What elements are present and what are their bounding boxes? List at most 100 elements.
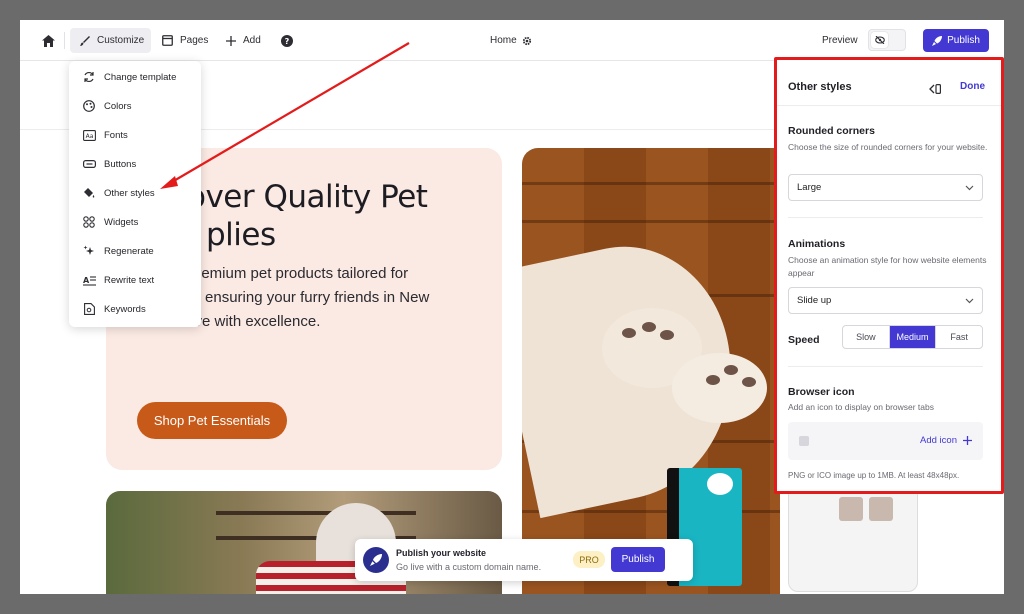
menu-item-label: Rewrite text — [104, 274, 155, 286]
product-thumbnail — [869, 497, 893, 521]
rounded-corners-title: Rounded corners — [788, 125, 875, 137]
svg-text:Aa: Aa — [85, 133, 93, 140]
document-icon — [82, 302, 96, 316]
speed-option-fast[interactable]: Fast — [936, 326, 982, 348]
preview-label: Preview — [822, 35, 858, 46]
browser-icon-upload[interactable]: Add icon — [788, 422, 983, 460]
help-icon: ? — [281, 34, 293, 47]
speed-option-slow[interactable]: Slow — [843, 326, 890, 348]
collapse-icon — [929, 84, 942, 95]
panel-title: Other styles — [788, 81, 852, 93]
pages-button[interactable]: Pages — [162, 28, 208, 53]
animations-title: Animations — [788, 238, 846, 250]
floor-plank-line — [522, 182, 780, 185]
pages-icon — [162, 35, 173, 46]
toolbar-divider — [64, 32, 65, 49]
menu-item-label: Colors — [104, 100, 132, 112]
rocket-icon — [363, 547, 389, 573]
add-label: Add — [243, 35, 261, 46]
paw-pad — [642, 322, 656, 332]
speed-label: Speed — [788, 334, 820, 346]
menu-item-label: Keywords — [104, 303, 146, 315]
pages-label: Pages — [180, 35, 209, 46]
text-icon: A — [82, 273, 96, 287]
browser-icon-hint: PNG or ICO image up to 1MB. At least 48x… — [788, 471, 960, 480]
svg-text:?: ? — [285, 37, 290, 46]
preview-toggle[interactable] — [868, 29, 906, 51]
done-button[interactable]: Done — [960, 81, 985, 92]
browser-icon-desc: Add an icon to display on browser tabs — [788, 402, 935, 412]
menu-item-change-template[interactable]: Change template — [69, 66, 201, 88]
menu-item-colors[interactable]: Colors — [69, 95, 201, 117]
font-icon: Aa — [82, 128, 96, 142]
collapse-panel-button[interactable] — [929, 81, 942, 99]
paw-pad — [706, 375, 720, 385]
paint-bucket-icon — [82, 186, 96, 200]
paw-pad — [724, 365, 738, 375]
rounded-corners-desc: Choose the size of rounded corners for y… — [788, 142, 988, 152]
customize-button[interactable]: Customize — [70, 28, 151, 53]
sparkle-icon — [82, 244, 96, 258]
customize-label: Customize — [97, 35, 145, 46]
menu-item-rewrite-text[interactable]: A Rewrite text — [69, 269, 201, 291]
panel-header: Other styles Done — [777, 60, 1001, 106]
menu-item-widgets[interactable]: Widgets — [69, 211, 201, 233]
add-button[interactable]: Add — [226, 28, 261, 53]
publish-banner-subtitle: Go live with a custom domain name. — [396, 562, 542, 572]
add-icon-button[interactable]: Add icon — [920, 435, 972, 446]
menu-item-label: Change template — [104, 71, 177, 83]
banner-publish-button[interactable]: Publish — [611, 547, 665, 572]
refresh-icon — [82, 70, 96, 84]
pro-badge: PRO — [573, 551, 605, 568]
animations-desc: Choose an animation style for how websit… — [788, 255, 987, 278]
home-button[interactable] — [38, 28, 58, 53]
current-page-label: Home — [490, 35, 517, 46]
menu-item-label: Regenerate — [104, 245, 154, 257]
dog-photo — [522, 148, 780, 594]
palette-icon — [82, 99, 96, 113]
chevron-down-icon — [965, 298, 974, 304]
menu-item-other-styles[interactable]: Other styles — [69, 182, 201, 204]
section-divider — [788, 217, 983, 218]
plus-icon — [963, 436, 972, 445]
button-icon — [82, 157, 96, 171]
grid-icon — [82, 215, 96, 229]
home-icon — [41, 34, 55, 47]
gear-icon — [522, 36, 531, 45]
menu-item-keywords[interactable]: Keywords — [69, 298, 201, 320]
shelf — [216, 511, 416, 515]
paw-pad — [622, 328, 636, 338]
paw-pad — [742, 377, 756, 387]
rounded-corners-select[interactable]: Large — [788, 174, 983, 201]
shop-pet-essentials-button[interactable]: Shop Pet Essentials — [137, 402, 287, 439]
publish-banner: Publish your website Go live with a cust… — [355, 539, 693, 581]
menu-item-fonts[interactable]: Aa Fonts — [69, 124, 201, 146]
customize-menu: Change template Colors Aa Fonts Buttons … — [69, 61, 201, 327]
preview-toggle-knob — [871, 32, 888, 48]
publish-button[interactable]: Publish — [923, 29, 989, 52]
help-button[interactable]: ? — [281, 28, 293, 53]
publish-label: Publish — [947, 35, 980, 46]
top-toolbar: Customize Pages Add ? Home Preview Publi… — [20, 20, 1004, 61]
paw-logo-icon — [707, 473, 733, 495]
menu-item-buttons[interactable]: Buttons — [69, 153, 201, 175]
other-styles-panel: Other styles Done Rounded corners Choose… — [774, 57, 1004, 494]
publish-banner-title: Publish your website — [396, 548, 487, 558]
menu-item-label: Widgets — [104, 216, 139, 228]
menu-item-regenerate[interactable]: Regenerate — [69, 240, 201, 262]
brush-icon — [80, 35, 90, 46]
page-selector[interactable]: Home — [490, 28, 532, 53]
floor-plank-line — [522, 220, 780, 223]
eye-off-icon — [874, 36, 885, 44]
editor-window: Customize Pages Add ? Home Preview Publi… — [20, 20, 1004, 594]
animation-style-value: Slide up — [797, 295, 832, 306]
menu-item-label: Fonts — [104, 129, 128, 141]
dog-paw — [672, 353, 767, 423]
rounded-corners-value: Large — [797, 182, 822, 193]
menu-item-label: Buttons — [104, 158, 137, 170]
speed-option-medium[interactable]: Medium — [889, 326, 937, 348]
chevron-down-icon — [965, 185, 974, 191]
rocket-icon — [932, 35, 943, 46]
animation-style-select[interactable]: Slide up — [788, 287, 983, 314]
icon-placeholder — [799, 436, 809, 446]
